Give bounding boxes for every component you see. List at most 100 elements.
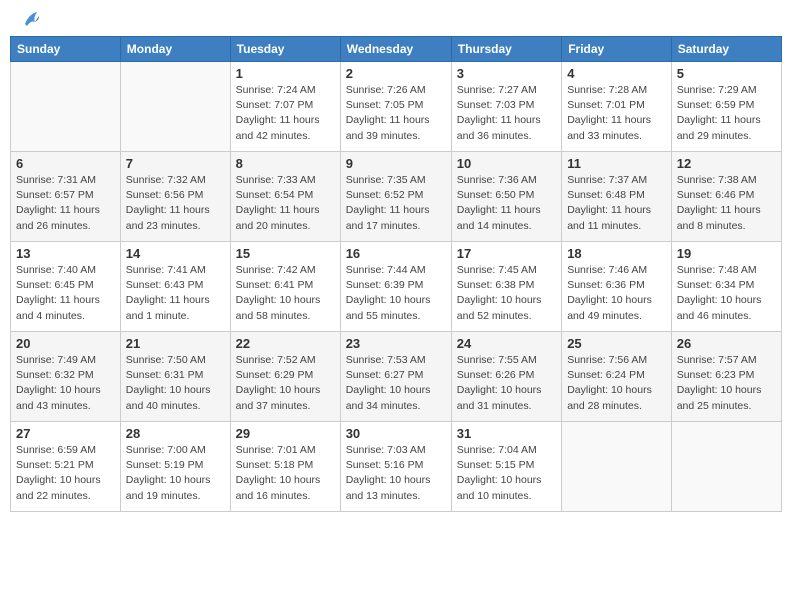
day-number: 12 bbox=[677, 156, 776, 171]
calendar-cell: 6 Sunrise: 7:31 AM Sunset: 6:57 PM Daylig… bbox=[11, 152, 121, 242]
day-number: 3 bbox=[457, 66, 556, 81]
day-number: 20 bbox=[16, 336, 115, 351]
day-number: 13 bbox=[16, 246, 115, 261]
calendar-cell: 28 Sunrise: 7:00 AM Sunset: 5:19 PM Dayli… bbox=[120, 422, 230, 512]
weekday-header-sunday: Sunday bbox=[11, 37, 121, 62]
calendar-cell: 30Sunrise: 7:03 AM Sunset: 5:16 PM Dayli… bbox=[340, 422, 451, 512]
calendar-cell: 4Sunrise: 7:28 AM Sunset: 7:01 PM Daylig… bbox=[562, 62, 672, 152]
day-number: 7 bbox=[126, 156, 225, 171]
day-info: Sunrise: 7:52 AM Sunset: 6:29 PM Dayligh… bbox=[236, 353, 335, 414]
day-info: Sunrise: 7:56 AM Sunset: 6:24 PM Dayligh… bbox=[567, 353, 666, 414]
day-info: Sunrise: 7:40 AM Sunset: 6:45 PM Dayligh… bbox=[16, 263, 115, 324]
day-info: Sunrise: 7:03 AM Sunset: 5:16 PM Dayligh… bbox=[346, 443, 446, 504]
calendar-cell: 22 Sunrise: 7:52 AM Sunset: 6:29 PM Dayli… bbox=[230, 332, 340, 422]
weekday-header-monday: Monday bbox=[120, 37, 230, 62]
calendar-cell: 18 Sunrise: 7:46 AM Sunset: 6:36 PM Dayli… bbox=[562, 242, 672, 332]
day-number: 2 bbox=[346, 66, 446, 81]
day-info: Sunrise: 7:27 AM Sunset: 7:03 PM Dayligh… bbox=[457, 83, 556, 144]
calendar-cell: 1Sunrise: 7:24 AM Sunset: 7:07 PM Daylig… bbox=[230, 62, 340, 152]
logo bbox=[15, 10, 39, 28]
calendar-week-row: 27Sunrise: 6:59 AM Sunset: 5:21 PM Dayli… bbox=[11, 422, 782, 512]
calendar-week-row: 20 Sunrise: 7:49 AM Sunset: 6:32 PM Dayli… bbox=[11, 332, 782, 422]
day-number: 27 bbox=[16, 426, 115, 441]
day-info: Sunrise: 7:53 AM Sunset: 6:27 PM Dayligh… bbox=[346, 353, 446, 414]
day-info: Sunrise: 7:44 AM Sunset: 6:39 PM Dayligh… bbox=[346, 263, 446, 324]
day-number: 1 bbox=[236, 66, 335, 81]
day-info: Sunrise: 7:50 AM Sunset: 6:31 PM Dayligh… bbox=[126, 353, 225, 414]
day-number: 10 bbox=[457, 156, 556, 171]
day-number: 9 bbox=[346, 156, 446, 171]
day-info: Sunrise: 7:48 AM Sunset: 6:34 PM Dayligh… bbox=[677, 263, 776, 324]
calendar-cell: 7 Sunrise: 7:32 AM Sunset: 6:56 PM Daylig… bbox=[120, 152, 230, 242]
day-number: 19 bbox=[677, 246, 776, 261]
weekday-header-saturday: Saturday bbox=[671, 37, 781, 62]
calendar-cell: 5Sunrise: 7:29 AM Sunset: 6:59 PM Daylig… bbox=[671, 62, 781, 152]
day-number: 5 bbox=[677, 66, 776, 81]
calendar-header-row: SundayMondayTuesdayWednesdayThursdayFrid… bbox=[11, 37, 782, 62]
day-number: 21 bbox=[126, 336, 225, 351]
calendar-cell: 13 Sunrise: 7:40 AM Sunset: 6:45 PM Dayli… bbox=[11, 242, 121, 332]
day-number: 6 bbox=[16, 156, 115, 171]
day-number: 16 bbox=[346, 246, 446, 261]
calendar-cell: 29 Sunrise: 7:01 AM Sunset: 5:18 PM Dayli… bbox=[230, 422, 340, 512]
calendar-week-row: 1Sunrise: 7:24 AM Sunset: 7:07 PM Daylig… bbox=[11, 62, 782, 152]
calendar-cell: 15 Sunrise: 7:42 AM Sunset: 6:41 PM Dayli… bbox=[230, 242, 340, 332]
calendar-cell: 17 Sunrise: 7:45 AM Sunset: 6:38 PM Dayli… bbox=[451, 242, 561, 332]
day-info: Sunrise: 7:46 AM Sunset: 6:36 PM Dayligh… bbox=[567, 263, 666, 324]
calendar-cell: 19 Sunrise: 7:48 AM Sunset: 6:34 PM Dayli… bbox=[671, 242, 781, 332]
day-info: Sunrise: 7:42 AM Sunset: 6:41 PM Dayligh… bbox=[236, 263, 335, 324]
calendar-cell: 9 Sunrise: 7:35 AM Sunset: 6:52 PM Daylig… bbox=[340, 152, 451, 242]
day-number: 15 bbox=[236, 246, 335, 261]
day-number: 25 bbox=[567, 336, 666, 351]
day-info: Sunrise: 7:33 AM Sunset: 6:54 PM Dayligh… bbox=[236, 173, 335, 234]
day-number: 23 bbox=[346, 336, 446, 351]
day-info: Sunrise: 7:49 AM Sunset: 6:32 PM Dayligh… bbox=[16, 353, 115, 414]
day-number: 8 bbox=[236, 156, 335, 171]
calendar-cell: 21 Sunrise: 7:50 AM Sunset: 6:31 PM Dayli… bbox=[120, 332, 230, 422]
calendar-cell: 25 Sunrise: 7:56 AM Sunset: 6:24 PM Dayli… bbox=[562, 332, 672, 422]
calendar-cell: 11Sunrise: 7:37 AM Sunset: 6:48 PM Dayli… bbox=[562, 152, 672, 242]
day-info: Sunrise: 7:55 AM Sunset: 6:26 PM Dayligh… bbox=[457, 353, 556, 414]
weekday-header-friday: Friday bbox=[562, 37, 672, 62]
calendar-cell bbox=[671, 422, 781, 512]
weekday-header-thursday: Thursday bbox=[451, 37, 561, 62]
day-info: Sunrise: 7:45 AM Sunset: 6:38 PM Dayligh… bbox=[457, 263, 556, 324]
day-info: Sunrise: 7:41 AM Sunset: 6:43 PM Dayligh… bbox=[126, 263, 225, 324]
day-number: 22 bbox=[236, 336, 335, 351]
day-number: 29 bbox=[236, 426, 335, 441]
calendar-cell: 8 Sunrise: 7:33 AM Sunset: 6:54 PM Daylig… bbox=[230, 152, 340, 242]
calendar-cell bbox=[11, 62, 121, 152]
day-number: 14 bbox=[126, 246, 225, 261]
weekday-header-wednesday: Wednesday bbox=[340, 37, 451, 62]
logo-bird-icon bbox=[17, 10, 39, 32]
calendar-cell bbox=[120, 62, 230, 152]
day-info: Sunrise: 7:26 AM Sunset: 7:05 PM Dayligh… bbox=[346, 83, 446, 144]
day-info: Sunrise: 7:38 AM Sunset: 6:46 PM Dayligh… bbox=[677, 173, 776, 234]
calendar-week-row: 13 Sunrise: 7:40 AM Sunset: 6:45 PM Dayli… bbox=[11, 242, 782, 332]
day-number: 28 bbox=[126, 426, 225, 441]
calendar-cell: 20 Sunrise: 7:49 AM Sunset: 6:32 PM Dayli… bbox=[11, 332, 121, 422]
day-number: 18 bbox=[567, 246, 666, 261]
day-info: Sunrise: 7:00 AM Sunset: 5:19 PM Dayligh… bbox=[126, 443, 225, 504]
day-info: Sunrise: 7:01 AM Sunset: 5:18 PM Dayligh… bbox=[236, 443, 335, 504]
page-header bbox=[10, 10, 782, 28]
calendar-cell: 26Sunrise: 7:57 AM Sunset: 6:23 PM Dayli… bbox=[671, 332, 781, 422]
day-info: Sunrise: 7:31 AM Sunset: 6:57 PM Dayligh… bbox=[16, 173, 115, 234]
calendar-cell: 31 Sunrise: 7:04 AM Sunset: 5:15 PM Dayli… bbox=[451, 422, 561, 512]
weekday-header-tuesday: Tuesday bbox=[230, 37, 340, 62]
day-info: Sunrise: 7:35 AM Sunset: 6:52 PM Dayligh… bbox=[346, 173, 446, 234]
day-number: 17 bbox=[457, 246, 556, 261]
day-info: Sunrise: 7:28 AM Sunset: 7:01 PM Dayligh… bbox=[567, 83, 666, 144]
calendar-cell: 27Sunrise: 6:59 AM Sunset: 5:21 PM Dayli… bbox=[11, 422, 121, 512]
calendar-cell: 14 Sunrise: 7:41 AM Sunset: 6:43 PM Dayli… bbox=[120, 242, 230, 332]
calendar-cell: 10 Sunrise: 7:36 AM Sunset: 6:50 PM Dayli… bbox=[451, 152, 561, 242]
day-number: 24 bbox=[457, 336, 556, 351]
calendar-cell: 16 Sunrise: 7:44 AM Sunset: 6:39 PM Dayli… bbox=[340, 242, 451, 332]
calendar-cell: 2 Sunrise: 7:26 AM Sunset: 7:05 PM Daylig… bbox=[340, 62, 451, 152]
day-number: 31 bbox=[457, 426, 556, 441]
day-info: Sunrise: 7:04 AM Sunset: 5:15 PM Dayligh… bbox=[457, 443, 556, 504]
day-info: Sunrise: 7:32 AM Sunset: 6:56 PM Dayligh… bbox=[126, 173, 225, 234]
day-info: Sunrise: 7:36 AM Sunset: 6:50 PM Dayligh… bbox=[457, 173, 556, 234]
calendar-cell: 24 Sunrise: 7:55 AM Sunset: 6:26 PM Dayli… bbox=[451, 332, 561, 422]
calendar-cell: 12 Sunrise: 7:38 AM Sunset: 6:46 PM Dayli… bbox=[671, 152, 781, 242]
